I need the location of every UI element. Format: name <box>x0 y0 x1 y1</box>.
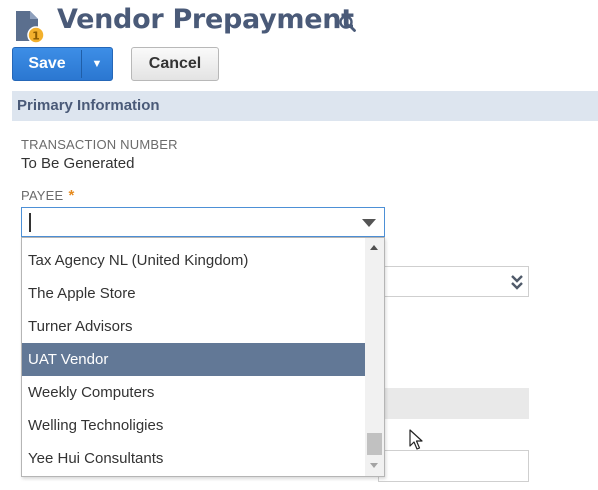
list-item[interactable]: Tax Agency NL (United Kingdom) <box>22 244 365 277</box>
payee-input[interactable] <box>21 207 385 237</box>
obscured-select-field[interactable] <box>378 266 529 297</box>
save-menu-button[interactable]: ▼ <box>82 48 112 80</box>
list-item[interactable]: The Apple Store <box>22 277 365 310</box>
scrollbar-thumb[interactable] <box>367 433 382 455</box>
obscured-text-field[interactable] <box>378 450 529 482</box>
page-title: Vendor Prepayment <box>57 4 354 35</box>
transaction-number-value: To Be Generated <box>21 155 135 172</box>
list-item-highlighted[interactable]: UAT Vendor <box>22 343 365 376</box>
transaction-number-label: Transaction Number <box>21 137 178 152</box>
scroll-down-arrow-icon[interactable] <box>370 463 378 468</box>
section-header-primary-information[interactable]: Primary Information <box>12 91 598 121</box>
list-item[interactable]: Welling Technoligies <box>22 409 365 442</box>
document-coin-icon: 1 <box>12 9 48 45</box>
dropdown-arrow-icon[interactable] <box>362 219 376 227</box>
required-marker: * <box>68 187 75 204</box>
save-button[interactable]: Save <box>13 48 81 80</box>
payee-label: Payee * <box>21 187 74 204</box>
obscured-section-band <box>378 388 529 419</box>
list-item[interactable]: Turner Advisors <box>22 310 365 343</box>
svg-text:1: 1 <box>32 30 40 43</box>
text-caret <box>29 213 31 232</box>
list-item[interactable]: Weekly Computers <box>22 376 365 409</box>
payee-dropdown-list[interactable]: Tax Agency NL (United Kingdom) The Apple… <box>21 237 385 477</box>
triangle-down-icon: ▼ <box>91 58 103 70</box>
save-split-button: Save ▼ <box>12 47 113 81</box>
cancel-button[interactable]: Cancel <box>131 47 219 81</box>
payee-label-text: Payee <box>21 188 64 203</box>
scroll-up-arrow-icon[interactable] <box>370 245 378 250</box>
list-item[interactable]: Yee Hui Consultants <box>22 442 365 475</box>
search-icon[interactable] <box>337 12 359 34</box>
mouse-pointer-icon <box>409 429 423 450</box>
double-chevron-down-icon <box>511 275 523 290</box>
dropdown-scrollbar[interactable] <box>365 238 384 476</box>
section-title: Primary Information <box>17 97 160 114</box>
